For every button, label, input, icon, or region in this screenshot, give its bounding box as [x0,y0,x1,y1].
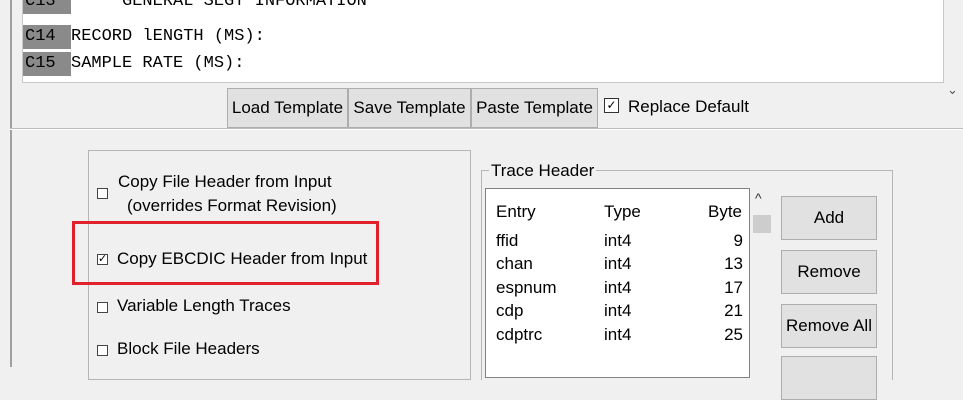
block-file-headers-checkbox[interactable] [97,345,108,356]
line-number: C14 [23,25,71,49]
copy-file-header-checkbox[interactable] [97,188,108,199]
block-file-headers-label: Block File Headers [117,339,260,358]
frame-left-border [10,0,12,367]
section-divider-highlight [10,129,963,130]
row-entry[interactable]: chan [496,253,533,275]
trace-header-title: Trace Header [489,160,597,182]
row-byte[interactable]: 13 [724,253,743,275]
remove-button[interactable]: Remove [781,250,877,294]
ebcdic-line: C13 GENERAL SEGY INFORMATION [23,0,367,14]
row-byte[interactable]: 9 [734,230,743,252]
ebcdic-scrollbar[interactable]: ⌄ [944,0,963,100]
row-type[interactable]: int4 [604,230,631,252]
load-template-button[interactable]: Load Template [227,88,348,128]
line-text: RECORD lENGTH (MS): [71,27,265,46]
replace-default-label: Replace Default [628,97,749,116]
variable-length-traces-checkbox[interactable] [97,302,108,313]
row-entry[interactable]: espnum [496,277,556,299]
line-text: GENERAL SEGY INFORMATION [71,0,367,11]
row-entry[interactable]: ffid [496,230,518,252]
ebcdic-header-editor[interactable]: C13 GENERAL SEGY INFORMATION C14 RECORD l… [22,0,944,83]
copy-file-header-sublabel: (overrides Format Revision) [127,196,337,215]
row-type[interactable]: int4 [604,324,631,346]
row-type[interactable]: int4 [604,300,631,322]
add-button[interactable]: Add [781,196,877,240]
checkmark-icon: ✓ [606,98,617,112]
row-byte[interactable]: 21 [724,300,743,322]
chevron-down-icon[interactable]: ⌄ [947,82,958,98]
row-byte[interactable]: 17 [724,277,743,299]
paste-template-button[interactable]: Paste Template [471,88,598,128]
ebcdic-line: C15 SAMPLE RATE (MS): [23,52,244,76]
scrollbar-thumb[interactable] [753,215,771,233]
highlight-box [72,221,379,285]
trace-header-scrollbar[interactable]: ^ [750,188,774,378]
row-entry[interactable]: cdptrc [496,324,542,346]
remove-all-button[interactable]: Remove All [781,304,877,348]
variable-length-traces-label: Variable Length Traces [117,296,291,315]
row-entry[interactable]: cdp [496,300,523,322]
column-header-type[interactable]: Type [604,201,641,223]
column-header-entry[interactable]: Entry [496,201,536,223]
replace-default-checkbox[interactable]: ✓ [604,98,619,113]
row-type[interactable]: int4 [604,253,631,275]
line-number: C13 [23,0,71,14]
column-header-byte[interactable]: Byte [708,201,742,223]
chevron-up-icon[interactable]: ^ [755,190,762,206]
copy-file-header-label: Copy File Header from Input [118,172,332,191]
line-number: C15 [23,52,71,76]
save-template-button[interactable]: Save Template [348,88,471,128]
line-text: SAMPLE RATE (MS): [71,54,245,73]
more-button[interactable] [781,356,877,400]
row-byte[interactable]: 25 [724,324,743,346]
trace-header-list[interactable]: Entry Type Byte ffid int4 9 chan int4 13… [485,188,750,378]
ebcdic-line: C14 RECORD lENGTH (MS): [23,25,265,49]
row-type[interactable]: int4 [604,277,631,299]
